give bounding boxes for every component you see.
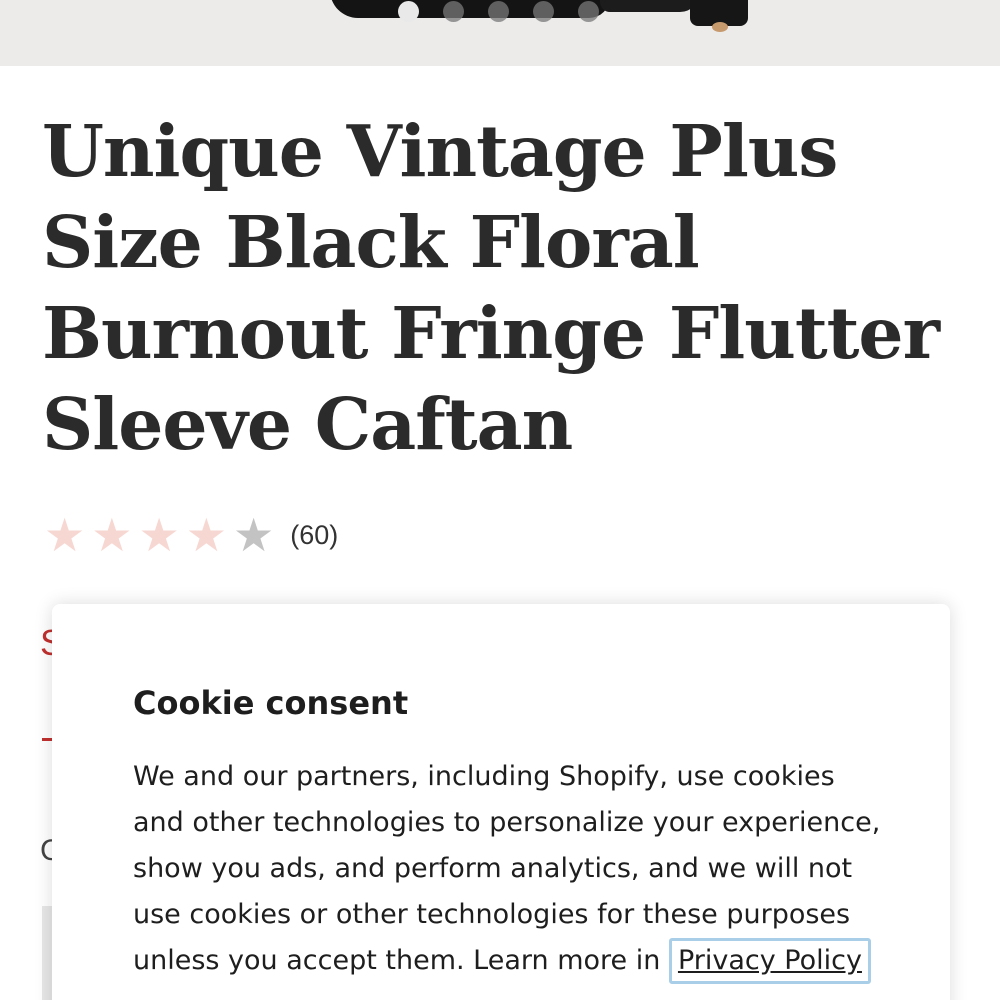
gallery-dot[interactable] (578, 0, 599, 22)
gallery-dot[interactable] (488, 0, 509, 22)
product-image-gallery[interactable] (0, 0, 1000, 66)
star-filled-icon: ★ (44, 508, 86, 562)
product-image-detail (600, 0, 700, 12)
review-count[interactable]: (60) (290, 520, 338, 551)
cookie-consent-dialog: Cookie consent We and our partners, incl… (52, 604, 950, 1000)
star-filled-icon: ★ (185, 508, 227, 562)
gallery-dot[interactable] (398, 0, 419, 22)
gallery-dot[interactable] (443, 0, 464, 22)
product-page: Unique Vintage Plus Size Black Floral Bu… (0, 0, 1000, 1000)
product-title: Unique Vintage Plus Size Black Floral Bu… (42, 109, 940, 466)
product-rating[interactable]: ★ ★ ★ ★ ★ (60) (44, 512, 338, 558)
privacy-policy-link[interactable]: Privacy Policy (668, 938, 871, 984)
star-empty-icon: ★ (233, 508, 275, 562)
gallery-dot[interactable] (533, 0, 554, 22)
star-filled-icon: ★ (138, 508, 180, 562)
product-image-detail-skin (712, 22, 728, 32)
gallery-pagination (398, 0, 599, 22)
star-filled-icon: ★ (91, 508, 133, 562)
cookie-consent-title: Cookie consent (133, 684, 409, 722)
cookie-consent-text: We and our partners, including Shopify, … (133, 754, 893, 984)
